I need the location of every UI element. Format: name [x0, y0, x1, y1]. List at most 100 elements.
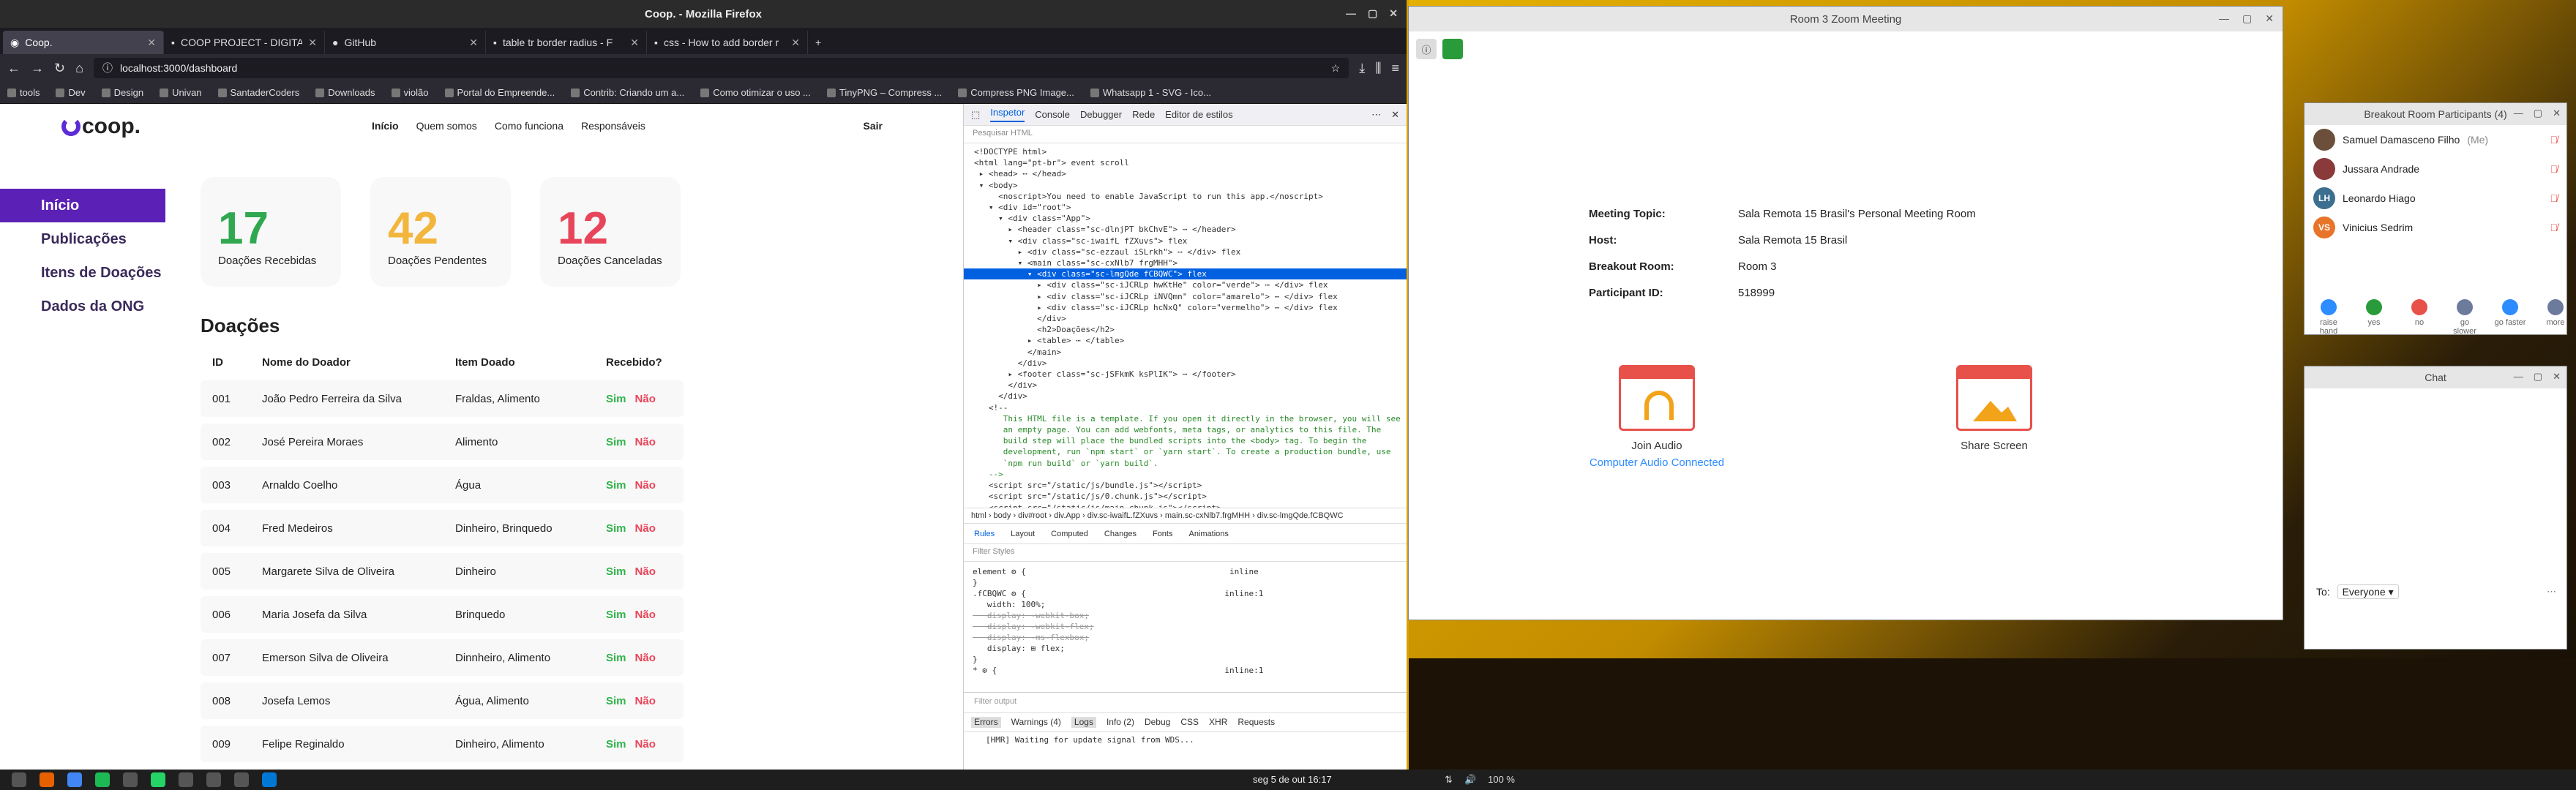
close-tab-icon[interactable]: ✕	[791, 37, 800, 49]
yes-button[interactable]: Sim	[606, 522, 626, 535]
css-rules[interactable]: element ⚙ { inline } .fCBQWC ⚙ { inline:…	[964, 562, 1407, 692]
close-tab-icon[interactable]: ✕	[469, 37, 478, 49]
yes-button[interactable]: Sim	[606, 565, 626, 578]
sidebar-item-publicacoes[interactable]: Publicações	[0, 222, 165, 256]
participant-row[interactable]: LH Leonardo Hiago 🎙̸	[2304, 184, 2566, 213]
no-button[interactable]: Não	[635, 393, 656, 405]
sidebar-item-dados-ong[interactable]: Dados da ONG	[0, 290, 165, 323]
maximize-icon[interactable]: ▢	[2534, 371, 2542, 383]
browser-tab[interactable]: ● GitHub ✕	[325, 31, 486, 54]
reload-icon[interactable]: ↻	[54, 61, 65, 76]
bookmark-star-icon[interactable]: ☆	[1331, 62, 1341, 75]
maximize-icon[interactable]: ▢	[1368, 7, 1377, 20]
close-tab-icon[interactable]: ✕	[147, 37, 156, 49]
forward-icon[interactable]: →	[31, 61, 44, 76]
maximize-icon[interactable]: ▢	[2534, 108, 2542, 119]
clock[interactable]: seg 5 de out 16:17	[1253, 774, 1332, 785]
html-tree[interactable]: <!DOCTYPE html> <html lang="pt-br"> even…	[964, 143, 1407, 508]
no-button[interactable]: Não	[635, 738, 656, 750]
browser-tab[interactable]: ▪ COOP PROJECT - DIGITA ✕	[164, 31, 325, 54]
more-icon[interactable]: ⋯	[1371, 109, 1381, 121]
maximize-icon[interactable]: ▢	[2242, 12, 2252, 25]
yes-button[interactable]: Sim	[606, 393, 626, 405]
close-devtools-icon[interactable]: ✕	[1391, 109, 1399, 121]
close-icon[interactable]: ✕	[2553, 371, 2561, 383]
tab-network[interactable]: Rede	[1132, 109, 1155, 120]
browser-tab[interactable]: ▪ css - How to add border r ✕	[647, 31, 808, 54]
console-tab[interactable]: Requests	[1238, 717, 1275, 728]
no-button[interactable]: Não	[635, 652, 656, 664]
no-button[interactable]: Não	[635, 565, 656, 578]
url-bar[interactable]: ⓘ localhost:3000/dashboard ☆	[93, 58, 1349, 78]
console-tab[interactable]: Errors	[971, 717, 1001, 728]
close-tab-icon[interactable]: ✕	[630, 37, 639, 49]
coop-logo[interactable]: coop.	[61, 114, 141, 139]
bookmark-item[interactable]: Univan	[160, 87, 202, 98]
bookmark-item[interactable]: tools	[7, 87, 40, 98]
close-icon[interactable]: ✕	[1389, 7, 1398, 20]
filter-styles-input[interactable]: Filter Styles	[964, 544, 1407, 562]
yes-button[interactable]: Sim	[606, 738, 626, 750]
vscode-icon[interactable]	[262, 772, 277, 787]
yes-button[interactable]: Sim	[606, 695, 626, 707]
yes-button[interactable]: Sim	[606, 652, 626, 664]
console-filter-input[interactable]: Filter output	[964, 693, 1407, 713]
no-button[interactable]: Não	[635, 695, 656, 707]
bookmark-item[interactable]: violão	[391, 87, 429, 98]
battery-status[interactable]: 100 %	[1488, 774, 1515, 786]
home-icon[interactable]: ⌂	[75, 61, 83, 76]
spotify-icon[interactable]	[95, 772, 110, 787]
tab-console[interactable]: Console	[1035, 109, 1070, 120]
network-icon[interactable]: ⇅	[1445, 774, 1453, 786]
tab-fonts[interactable]: Fonts	[1153, 530, 1173, 538]
minimize-icon[interactable]: —	[1346, 7, 1356, 20]
bookmark-item[interactable]: Compress PNG Image...	[958, 87, 1074, 98]
bookmark-item[interactable]: Portal do Empreende...	[444, 87, 555, 98]
breadcrumb[interactable]: html › body › div#root › div.App › div.s…	[964, 508, 1407, 524]
no-button[interactable]: Não	[635, 522, 656, 535]
tab-debugger[interactable]: Debugger	[1080, 109, 1122, 120]
app-icon[interactable]	[123, 772, 138, 787]
logout-button[interactable]: Sair	[864, 120, 883, 132]
whatsapp-icon[interactable]	[151, 772, 165, 787]
bookmark-item[interactable]: Whatsapp 1 - SVG - Ico...	[1090, 87, 1211, 98]
app-icon[interactable]	[234, 772, 249, 787]
nav-link-inicio[interactable]: Início	[372, 120, 399, 132]
join-audio-button[interactable]: Join Audio Computer Audio Connected	[1565, 365, 1748, 469]
tab-style-editor[interactable]: Editor de estilos	[1165, 109, 1233, 120]
browser-tab[interactable]: ▪ table tr border radius - F ✕	[486, 31, 647, 54]
app-icon[interactable]	[12, 772, 26, 787]
bookmark-item[interactable]: Design	[101, 87, 143, 98]
yes-button[interactable]: Sim	[606, 609, 626, 621]
security-shield-icon[interactable]	[1442, 39, 1463, 59]
pick-element-icon[interactable]: ⬚	[971, 109, 980, 121]
close-icon[interactable]: ✕	[2553, 108, 2561, 119]
back-icon[interactable]: ←	[7, 61, 20, 76]
bookmark-item[interactable]: Dev	[56, 87, 86, 98]
library-icon[interactable]: ⫼	[1375, 61, 1381, 76]
info-icon[interactable]: ⓘ	[1416, 39, 1437, 59]
bookmark-item[interactable]: Como otimizar o uso ...	[700, 87, 811, 98]
nav-link-como-funciona[interactable]: Como funciona	[495, 120, 564, 132]
console-tab[interactable]: Warnings (4)	[1011, 717, 1061, 728]
tab-rules[interactable]: Rules	[974, 530, 995, 538]
go-slower-button[interactable]: go slower	[2448, 299, 2482, 336]
yes-button[interactable]: Sim	[606, 479, 626, 492]
no-button[interactable]: no	[2403, 299, 2436, 336]
participant-row[interactable]: Samuel Damasceno Filho (Me) 🎙̸	[2304, 125, 2566, 154]
bookmark-item[interactable]: TinyPNG – Compress ...	[826, 87, 942, 98]
no-button[interactable]: Não	[635, 609, 656, 621]
console-tab[interactable]: Info (2)	[1107, 717, 1134, 728]
app-icon[interactable]	[206, 772, 221, 787]
console-tab[interactable]: Logs	[1071, 717, 1096, 728]
volume-icon[interactable]: 🔊	[1464, 774, 1476, 786]
raise-hand-button[interactable]: raise hand	[2312, 299, 2345, 336]
app-icon[interactable]	[179, 772, 193, 787]
console-tab[interactable]: CSS	[1180, 717, 1199, 728]
share-screen-button[interactable]: Share Screen	[1928, 365, 2060, 452]
minimize-icon[interactable]: —	[2514, 371, 2523, 383]
nav-link-quem-somos[interactable]: Quem somos	[416, 120, 477, 132]
go-faster-button[interactable]: go faster	[2493, 299, 2527, 336]
minimize-icon[interactable]: —	[2514, 108, 2523, 119]
sidebar-item-inicio[interactable]: Início	[0, 189, 165, 222]
